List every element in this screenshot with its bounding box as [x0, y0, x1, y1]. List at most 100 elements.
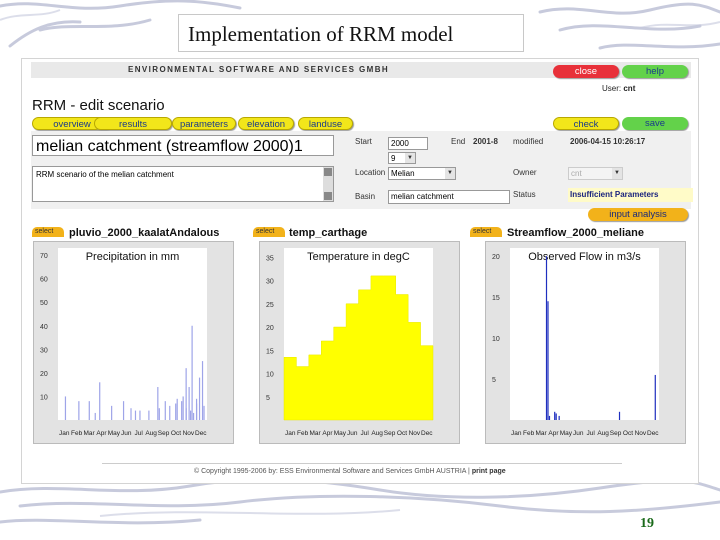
- x-tick-label: Sep: [384, 430, 396, 437]
- scroll-down-icon[interactable]: [324, 192, 332, 200]
- chevron-down-icon: ▼: [445, 168, 455, 179]
- precipitation-bar: [169, 405, 171, 420]
- status-label: Status: [513, 190, 536, 199]
- select-tag-precipitation[interactable]: select: [32, 227, 64, 237]
- precipitation-bar: [122, 401, 125, 420]
- basin-input[interactable]: melian catchment: [388, 190, 510, 204]
- x-tick-label: Dec: [647, 430, 659, 437]
- plot-area: [510, 248, 659, 420]
- y-tick-label: 70: [40, 253, 48, 260]
- footer: © Copyright 1995-2006 by: ESS Environmen…: [194, 468, 506, 475]
- footer-separator: |: [468, 468, 470, 475]
- company-name: Environmental Software and Services GmbH: [128, 65, 390, 74]
- chart-panel-precipitation: Precipitation in mm 10 20 30 40 50 60 70 Jan Feb M…: [33, 241, 234, 444]
- tab-elevation[interactable]: elevation: [238, 117, 294, 130]
- footer-divider: [102, 463, 622, 464]
- y-tick-label: 10: [266, 372, 274, 379]
- user-info: User: cnt: [602, 84, 635, 93]
- footer-copyright: © Copyright 1995-2006 by: ESS Environmen…: [194, 468, 467, 475]
- precipitation-bar: [181, 401, 183, 420]
- precipitation-chart: Precipitation in mm10203040506070Jan Feb M…: [40, 248, 207, 437]
- app-screenshot: Environmental Software and Services GmbH…: [21, 58, 699, 484]
- y-tick-label: 60: [40, 277, 48, 284]
- series-name-streamflow: Streamflow_2000_meliane: [507, 227, 644, 239]
- page-title: RRM - edit scenario: [32, 97, 165, 114]
- tab-landuse[interactable]: landuse: [298, 117, 353, 130]
- precipitation-bar: [195, 403, 198, 420]
- temperature-bar: [371, 276, 383, 420]
- save-button[interactable]: save: [622, 117, 688, 130]
- y-tick-label: 30: [266, 279, 274, 286]
- x-tick-label: May: [334, 430, 347, 437]
- temperature-bar: [309, 355, 321, 420]
- input-analysis-button[interactable]: input analysis: [588, 208, 688, 221]
- precipitation-bar: [188, 387, 190, 420]
- owner-select: cnt ▼: [568, 167, 623, 180]
- check-button[interactable]: check: [553, 117, 619, 130]
- streamflow-bar: [547, 301, 549, 420]
- x-tick-label: Jun: [573, 430, 584, 437]
- series-name-precipitation: pluvio_2000_kaalatAndalous: [69, 227, 220, 239]
- temperature-bar: [346, 304, 358, 420]
- scroll-up-icon[interactable]: [324, 168, 332, 176]
- location-select[interactable]: Melian ▼: [388, 167, 456, 180]
- start-month-value: 9: [391, 154, 396, 163]
- x-tick-label: Jan: [285, 430, 296, 437]
- x-tick-label: Oct: [623, 430, 633, 437]
- precipitation-bar: [192, 412, 195, 420]
- precipitation-bar: [164, 401, 166, 420]
- owner-value: cnt: [571, 169, 582, 178]
- modified-value: 2006-04-15 10:26:17: [570, 137, 646, 146]
- x-tick-label: Sep: [158, 430, 170, 437]
- scenario-description-field[interactable]: RRM scenario of the melian catchment: [32, 166, 334, 202]
- x-tick-label: Apr: [322, 430, 333, 437]
- precipitation-bar: [175, 403, 177, 420]
- precipitation-bar: [182, 396, 184, 420]
- user-label: User:: [602, 84, 622, 93]
- precipitation-bar: [158, 408, 160, 420]
- x-tick-label: Jun: [121, 430, 132, 437]
- y-tick-label: 5: [492, 377, 496, 384]
- x-tick-label: Mar: [535, 430, 547, 437]
- description-scrollbar[interactable]: [323, 167, 333, 201]
- end-value: 2001-8: [473, 137, 498, 146]
- x-tick-label: Sep: [610, 430, 622, 437]
- help-button[interactable]: help: [622, 65, 688, 78]
- temperature-bar: [396, 294, 408, 420]
- print-page-link[interactable]: print page: [472, 468, 506, 475]
- close-button[interactable]: close: [553, 65, 619, 78]
- chart-panel-streamflow: Observed Flow in m3/s 5 10 15 20 Jan Feb Mar Apr…: [485, 241, 686, 444]
- location-value: Melian: [391, 169, 415, 178]
- chart-title: Precipitation in mm: [86, 251, 180, 263]
- precipitation-bar: [190, 410, 192, 420]
- precipitation-bar: [157, 387, 159, 420]
- precipitation-bar: [139, 410, 141, 420]
- temperature-bar: [359, 290, 371, 420]
- slide-number: 19: [640, 516, 654, 531]
- temperature-bar: [408, 322, 420, 420]
- select-tag-temperature[interactable]: select: [253, 227, 285, 237]
- streamflow-chart: Observed Flow in m3/s 5 10 15 20 Jan Feb Mar Apr…: [492, 248, 659, 437]
- scenario-name-field[interactable]: melian catchment (streamflow 2000)1: [32, 135, 334, 156]
- y-tick-label: 20: [40, 371, 48, 378]
- precipitation-bar: [201, 361, 204, 420]
- precipitation-bar: [176, 398, 178, 420]
- y-tick-label: 10: [40, 394, 48, 401]
- precipitation-bar: [134, 410, 137, 420]
- start-month-select[interactable]: 9 ▼: [388, 152, 416, 164]
- streamflow-bar: [545, 256, 548, 420]
- streamflow-bar: [618, 411, 621, 420]
- chart-panel-temperature: Temperature in degC 5 10 15 20 25 30 35 Jan Feb Ma…: [259, 241, 460, 444]
- precipitation-bar: [88, 401, 90, 420]
- chart-title: Observed Flow in m3/s: [528, 251, 641, 263]
- precipitation-bar: [203, 405, 205, 420]
- tab-parameters[interactable]: parameters: [172, 117, 236, 130]
- x-tick-label: Feb: [71, 430, 83, 437]
- x-tick-label: Apr: [96, 430, 107, 437]
- precipitation-bar: [191, 325, 193, 420]
- tab-results[interactable]: results: [94, 117, 172, 130]
- start-year-input[interactable]: 2000: [388, 137, 428, 150]
- temperature-bar: [421, 346, 433, 420]
- select-tag-streamflow[interactable]: select: [470, 227, 502, 237]
- basin-label: Basin: [355, 192, 376, 201]
